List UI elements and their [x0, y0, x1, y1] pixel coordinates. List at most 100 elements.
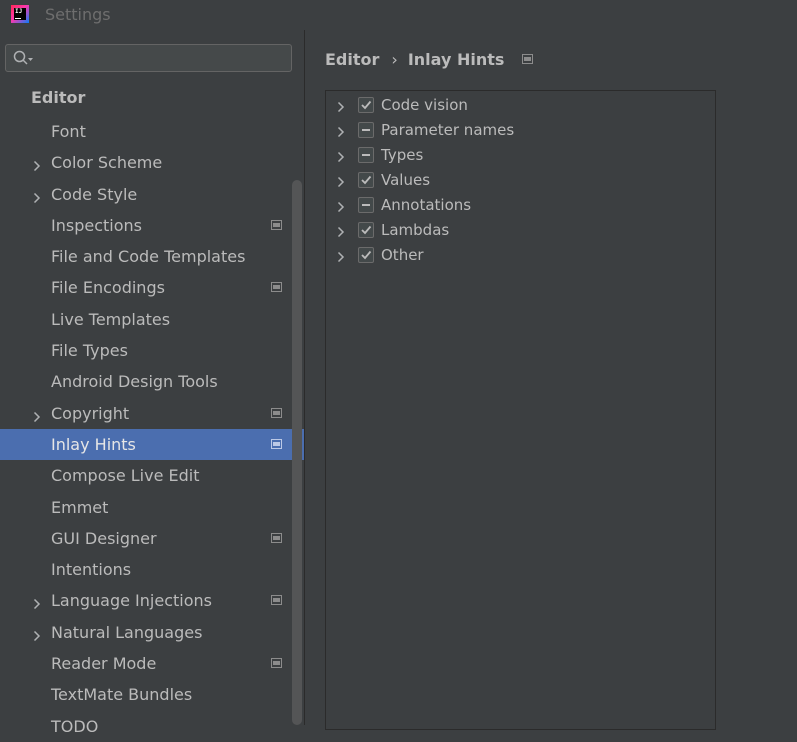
chevron-right-icon[interactable] — [33, 627, 41, 646]
hint-row-other[interactable]: Other — [326, 242, 715, 267]
checkmark-icon — [361, 225, 372, 235]
search-field[interactable] — [5, 44, 292, 72]
inlay-hints-tree: Code vision Parameter names Types Values Ann… — [325, 90, 716, 730]
hint-label: Types — [381, 146, 424, 164]
checkmark-icon — [361, 250, 372, 260]
hint-label: Lambdas — [381, 221, 450, 239]
sidebar-item-todo[interactable]: TODO — [0, 711, 304, 742]
checkbox-checked[interactable] — [358, 172, 374, 188]
sidebar-item-font[interactable]: Font — [0, 116, 304, 147]
checkbox-partial[interactable] — [358, 147, 374, 163]
sidebar-item-live-templates[interactable]: Live Templates — [0, 304, 304, 335]
hint-label: Values — [381, 171, 431, 189]
sidebar-item-label: Copyright — [51, 403, 130, 423]
checkbox-partial[interactable] — [358, 122, 374, 138]
checkbox-checked[interactable] — [358, 222, 374, 238]
project-scope-icon — [271, 532, 282, 543]
sidebar-item-textmate-bundles[interactable]: TextMate Bundles — [0, 679, 304, 710]
breadcrumb: Editor › Inlay Hints — [325, 50, 534, 69]
sidebar-item-label: Natural Languages — [51, 622, 203, 642]
sidebar-item-file-types[interactable]: File Types — [0, 335, 304, 366]
chevron-right-icon[interactable] — [33, 189, 41, 208]
sidebar-scrollbar[interactable] — [291, 180, 303, 725]
hint-row-types[interactable]: Types — [326, 142, 715, 167]
hint-row-parameter-names[interactable]: Parameter names — [326, 117, 715, 142]
indeterminate-dash-icon — [362, 154, 370, 156]
sidebar-item-inspections[interactable]: Inspections — [0, 210, 304, 241]
scrollbar-thumb[interactable] — [292, 180, 302, 725]
chevron-right-icon[interactable] — [337, 123, 345, 142]
chevron-right-icon[interactable] — [33, 157, 41, 176]
sidebar-item-code-style[interactable]: Code Style — [0, 179, 304, 210]
hint-row-lambdas[interactable]: Lambdas — [326, 217, 715, 242]
sidebar-item-label: File Types — [51, 341, 128, 361]
sidebar-item-compose-live-edit[interactable]: Compose Live Edit — [0, 460, 304, 491]
sidebar-item-label: TODO — [51, 716, 99, 736]
sidebar-item-label: Intentions — [51, 560, 132, 580]
project-scope-icon — [271, 282, 282, 293]
sidebar-item-android-design-tools[interactable]: Android Design Tools — [0, 366, 304, 397]
sidebar-item-label: Inspections — [51, 215, 142, 235]
chevron-right-icon[interactable] — [337, 198, 345, 217]
sidebar-item-label: Color Scheme — [51, 153, 163, 173]
project-scope-icon — [271, 438, 282, 449]
window-title: Settings — [45, 5, 111, 24]
hint-row-code-vision[interactable]: Code vision — [326, 92, 715, 117]
chevron-right-icon[interactable] — [33, 595, 41, 614]
project-scope-icon — [271, 219, 282, 230]
hint-row-values[interactable]: Values — [326, 167, 715, 192]
hint-label: Other — [381, 246, 424, 264]
sidebar-item-inlay-hints[interactable]: Inlay Hints — [0, 428, 304, 461]
chevron-right-icon[interactable] — [337, 173, 345, 192]
sidebar-item-copyright[interactable]: Copyright — [0, 398, 304, 429]
checkmark-icon — [361, 175, 372, 185]
sidebar-item-label: GUI Designer — [51, 528, 157, 548]
checkmark-icon — [361, 100, 372, 110]
settings-sidebar: Editor Font Color Scheme Code Style Inspect… — [0, 30, 304, 736]
sidebar-item-label: Code Style — [51, 184, 138, 204]
logo-text: IJ — [15, 8, 23, 15]
sidebar-item-label: Font — [51, 122, 86, 141]
breadcrumb-separator: › — [391, 50, 398, 69]
project-scope-icon — [522, 54, 534, 64]
search-icon[interactable] — [13, 50, 35, 66]
sidebar-item-color-scheme[interactable]: Color Scheme — [0, 147, 304, 178]
indeterminate-dash-icon — [362, 204, 370, 206]
intellij-logo-icon: IJ — [11, 5, 29, 23]
project-scope-icon — [271, 595, 282, 606]
sidebar-item-file-and-code-templates[interactable]: File and Code Templates — [0, 241, 304, 272]
sidebar-item-label: Android Design Tools — [51, 372, 218, 392]
breadcrumb-current: Inlay Hints — [407, 50, 505, 69]
sidebar-item-label: File Encodings — [51, 278, 165, 298]
checkbox-checked[interactable] — [358, 97, 374, 113]
hint-label: Annotations — [381, 196, 472, 214]
sidebar-item-gui-designer[interactable]: GUI Designer — [0, 523, 304, 554]
title-bar: IJ Settings — [0, 0, 797, 30]
sidebar-item-label: Reader Mode — [51, 654, 157, 674]
checkbox-checked[interactable] — [358, 247, 374, 263]
chevron-right-icon[interactable] — [337, 223, 345, 242]
sidebar-section-editor[interactable]: Editor — [31, 88, 85, 107]
hint-label: Parameter names — [381, 121, 515, 139]
checkbox-partial[interactable] — [358, 197, 374, 213]
sidebar-item-intentions[interactable]: Intentions — [0, 554, 304, 585]
sidebar-item-file-encodings[interactable]: File Encodings — [0, 272, 304, 303]
settings-content: Editor › Inlay Hints Code vision Parameter … — [305, 30, 797, 730]
sidebar-item-language-injections[interactable]: Language Injections — [0, 585, 304, 616]
sidebar-nav: Font Color Scheme Code Style Inspections Fil… — [0, 116, 304, 742]
sidebar-item-label: File and Code Templates — [51, 247, 246, 267]
sidebar-item-label: Emmet — [51, 497, 109, 517]
chevron-right-icon[interactable] — [337, 248, 345, 267]
sidebar-item-emmet[interactable]: Emmet — [0, 492, 304, 523]
hint-row-annotations[interactable]: Annotations — [326, 192, 715, 217]
sidebar-item-natural-languages[interactable]: Natural Languages — [0, 617, 304, 648]
chevron-right-icon[interactable] — [337, 98, 345, 117]
chevron-right-icon[interactable] — [33, 408, 41, 427]
indeterminate-dash-icon — [362, 129, 370, 131]
breadcrumb-parent[interactable]: Editor — [325, 50, 379, 69]
project-scope-icon — [271, 658, 282, 669]
sidebar-item-reader-mode[interactable]: Reader Mode — [0, 648, 304, 679]
sidebar-item-label: Inlay Hints — [51, 434, 136, 454]
search-input[interactable] — [40, 49, 284, 69]
chevron-right-icon[interactable] — [337, 148, 345, 167]
